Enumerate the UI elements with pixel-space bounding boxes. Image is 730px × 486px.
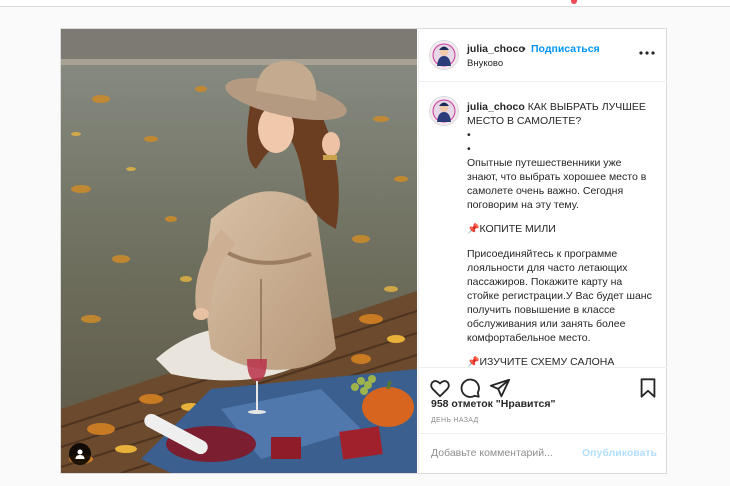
- more-options-button[interactable]: [637, 45, 657, 61]
- like-button[interactable]: [429, 377, 451, 399]
- caption-author-avatar[interactable]: [429, 96, 459, 126]
- more-icon: [639, 51, 655, 55]
- avatar-image: [430, 97, 458, 125]
- share-icon: [489, 378, 511, 398]
- pin-icon: 📌: [467, 357, 480, 367]
- caption-paragraph: Присоединяйтесь к программе лояльности д…: [467, 248, 652, 344]
- likes-count[interactable]: 958 отметок "Нравится": [431, 398, 555, 410]
- user-tag-button[interactable]: [69, 443, 91, 465]
- post-sidebar: julia_choco • Подписаться Внуково julia_…: [418, 29, 667, 473]
- publish-button[interactable]: Опубликовать: [582, 447, 657, 459]
- pin-icon: 📌: [467, 224, 480, 235]
- avatar-image: [430, 41, 458, 69]
- caption-heading: КОПИТЕ МИЛИ: [479, 223, 556, 235]
- caption-paragraph: Опытные путешественники уже знают, что в…: [467, 157, 647, 211]
- caption-heading: ИЗУЧИТЕ СХЕМУ САЛОНА: [479, 356, 615, 367]
- author-username[interactable]: julia_choco: [467, 43, 525, 55]
- comment-input[interactable]: [431, 447, 581, 459]
- follow-button[interactable]: Подписаться: [531, 43, 600, 55]
- notification-dot: [571, 0, 577, 4]
- post-caption: julia_choco КАК ВЫБРАТЬ ЛУЧШЕЕ МЕСТО В С…: [467, 100, 655, 367]
- top-nav-edge: [0, 0, 730, 7]
- caption-bullet: •: [467, 129, 471, 141]
- bookmark-icon: [640, 378, 656, 398]
- user-tag-icon: [75, 449, 85, 459]
- post-location[interactable]: Внуково: [467, 58, 503, 69]
- author-avatar[interactable]: [429, 40, 459, 70]
- post-photo[interactable]: [61, 29, 417, 473]
- post-header: julia_choco • Подписаться Внуково: [419, 29, 667, 82]
- comment-icon: [460, 378, 480, 398]
- comment-form: Опубликовать: [419, 433, 667, 474]
- photo-illustration: [61, 29, 417, 473]
- share-button[interactable]: [489, 377, 511, 399]
- post-card: julia_choco • Подписаться Внуково julia_…: [60, 28, 667, 474]
- post-timestamp[interactable]: ДЕНЬ НАЗАД: [431, 417, 479, 424]
- heart-icon: [430, 380, 450, 398]
- caption-bullet: •: [467, 143, 471, 155]
- header-separator: •: [522, 43, 526, 55]
- comment-button[interactable]: [459, 377, 481, 399]
- save-button[interactable]: [637, 377, 659, 399]
- caption-username[interactable]: julia_choco: [467, 101, 525, 113]
- caption-scroll-area[interactable]: julia_choco КАК ВЫБРАТЬ ЛУЧШЕЕ МЕСТО В С…: [419, 82, 667, 367]
